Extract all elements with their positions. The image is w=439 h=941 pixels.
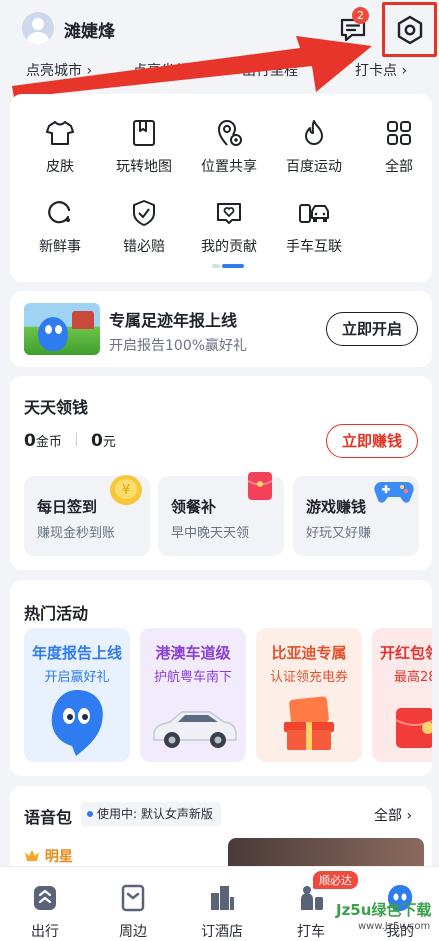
annual-report-title: 专属足迹年报上线 xyxy=(109,311,238,330)
stat-mileage[interactable]: 出行里程 xyxy=(242,60,298,80)
annual-report-thumbnail xyxy=(24,303,100,355)
feature-my-contribution[interactable]: 我的贡献 xyxy=(189,198,269,256)
avatar[interactable] xyxy=(22,12,54,44)
feature-skin[interactable]: 皮肤 xyxy=(20,118,100,176)
grid-all-icon xyxy=(387,121,411,145)
travel-icon xyxy=(34,886,56,910)
cash-value: 0 xyxy=(91,431,103,451)
feature-location-share[interactable]: 位置共享 xyxy=(189,118,269,176)
stat-cities[interactable]: 点亮城市 › xyxy=(26,60,92,80)
cash-unit: 元 xyxy=(102,435,116,450)
nav-travel[interactable]: 出行 xyxy=(15,883,75,941)
page-indicator xyxy=(212,264,246,268)
earn-title: 天天领钱 xyxy=(24,398,89,417)
username[interactable]: 滩婕烽 xyxy=(64,17,115,42)
task-game-earn[interactable]: 游戏赚钱 好玩又好赚 xyxy=(293,476,419,556)
taxi-badge: 顺必达 xyxy=(313,871,358,889)
task-meal-subsidy[interactable]: 领餐补 早中晚天天领 xyxy=(158,472,284,556)
hotel-icon xyxy=(211,886,234,910)
features-card: 皮肤 玩转地图 位置共享 百度运动 全部 新鲜事 错必赔 我的贡献 手车互联 xyxy=(10,94,432,282)
phone-car-icon xyxy=(299,204,329,223)
gold-coin-icon: ¥ xyxy=(110,475,142,505)
stats-row: 点亮城市 › 点亮省份 出行里程 打卡点 › xyxy=(0,58,439,82)
gamepad-icon xyxy=(374,482,414,503)
contribution-heart-icon xyxy=(217,203,241,224)
feature-fresh-news[interactable]: 新鲜事 xyxy=(20,198,100,256)
voice-star-section[interactable]: 明星 xyxy=(24,846,73,866)
voice-all-link[interactable]: 全部 › xyxy=(374,805,412,825)
settings-hexagon-icon xyxy=(397,15,423,45)
stat-checkins[interactable]: 打卡点 › xyxy=(355,60,407,80)
fresh-news-icon xyxy=(48,201,71,224)
feature-phone-car[interactable]: 手车互联 xyxy=(274,198,354,256)
nav-taxi[interactable]: 打车 xyxy=(281,883,341,941)
nearby-icon xyxy=(121,884,145,912)
promo-red-packet[interactable]: 开红包领 最高28 xyxy=(372,628,432,762)
voice-status: 使用中: 默认女声新版 xyxy=(81,802,221,826)
voice-pack-card: 语音包 使用中: 默认女声新版 全部 › 明星 xyxy=(10,786,432,876)
charging-coupon-gift-icon xyxy=(284,696,334,750)
promo-annual-report[interactable]: 年度报告上线 开启赢好礼 xyxy=(24,628,130,762)
message-badge: 2 xyxy=(352,7,369,24)
stat-provinces[interactable]: 点亮省份 xyxy=(133,60,189,80)
car-icon xyxy=(153,711,237,748)
crown-icon xyxy=(25,850,39,861)
earn-card: 天天领钱 0金币 0元 立即赚钱 每日签到 赚现金秒到账 ¥ 领餐补 早中晚天天… xyxy=(10,376,432,570)
blue-mascot-icon xyxy=(51,690,103,756)
hot-activities-card: 热门活动 年度报告上线 开启赢好礼 港澳车道级 护航粤车南下 比亚迪专属 认证领… xyxy=(10,580,432,776)
flame-icon xyxy=(305,120,323,145)
tshirt-icon xyxy=(46,121,74,145)
bookmark-map-icon xyxy=(133,120,155,146)
red-packet-icon xyxy=(395,708,432,748)
promo-hk-macau-lane[interactable]: 港澳车道级 护航粤车南下 xyxy=(140,628,246,762)
annual-report-card[interactable]: 专属足迹年报上线 开启报告100%赢好礼 立即开启 xyxy=(10,291,432,367)
nav-nearby[interactable]: 周边 xyxy=(103,883,163,941)
hot-title: 热门活动 xyxy=(24,604,89,623)
nav-hotel[interactable]: 订酒店 xyxy=(192,883,252,941)
task-daily-checkin[interactable]: 每日签到 赚现金秒到账 ¥ xyxy=(24,475,150,556)
feature-map-play[interactable]: 玩转地图 xyxy=(104,118,184,176)
header: 滩婕烽 2 xyxy=(0,0,439,58)
promo-byd-exclusive[interactable]: 比亚迪专属 认证领充电券 xyxy=(256,628,362,762)
annual-report-subtitle: 开启报告100%赢好礼 xyxy=(109,338,248,354)
earn-balance: 0金币 0元 xyxy=(24,431,116,451)
open-report-button[interactable]: 立即开启 xyxy=(326,312,418,346)
feature-baidu-sport[interactable]: 百度运动 xyxy=(274,118,354,176)
earn-money-button[interactable]: 立即赚钱 xyxy=(326,424,418,458)
red-envelope-icon xyxy=(247,472,273,500)
settings-button[interactable] xyxy=(382,2,437,57)
shield-check-icon xyxy=(133,200,155,226)
coins-value: 0 xyxy=(24,431,36,451)
feature-all[interactable]: 全部 xyxy=(359,118,439,176)
svg-text:¥: ¥ xyxy=(122,483,130,498)
coins-unit: 金币 xyxy=(35,435,62,450)
feature-error-compensation[interactable]: 错必赔 xyxy=(104,198,184,256)
voice-title: 语音包 xyxy=(24,808,73,827)
location-share-icon xyxy=(217,120,242,146)
site-watermark: Jz5u绿色下载 www.Jz5u.com xyxy=(336,901,432,932)
